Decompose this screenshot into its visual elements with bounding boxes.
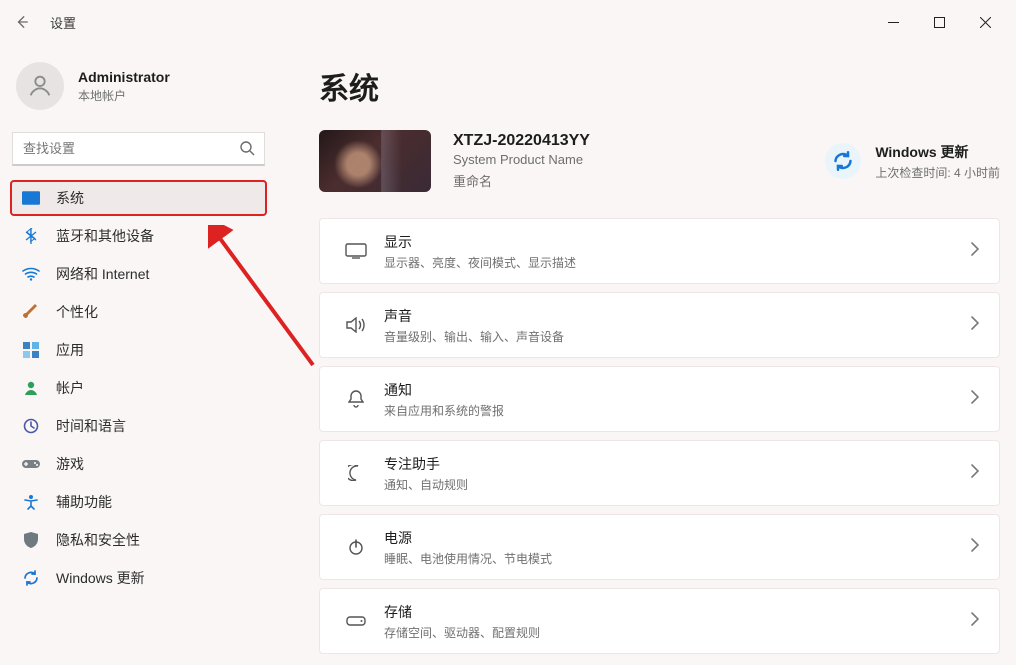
desktop-thumbnail[interactable] xyxy=(319,130,431,192)
card-sound[interactable]: 声音音量级别、输出、输入、声音设备 xyxy=(319,292,1000,358)
sidebar-item-label: 个性化 xyxy=(56,302,98,322)
sidebar-item-label: 游戏 xyxy=(56,454,84,474)
moon-icon xyxy=(336,465,376,481)
storage-icon xyxy=(336,616,376,626)
card-title: 声音 xyxy=(384,306,971,326)
card-display[interactable]: 显示显示器、亮度、夜间模式、显示描述 xyxy=(319,218,1000,284)
search-icon xyxy=(239,140,255,161)
clock-icon xyxy=(22,417,40,435)
sidebar-item-apps[interactable]: 应用 xyxy=(10,332,267,368)
bluetooth-icon xyxy=(22,227,40,245)
chevron-right-icon xyxy=(971,612,979,631)
sidebar-item-bluetooth[interactable]: 蓝牙和其他设备 xyxy=(10,218,267,254)
card-title: 存储 xyxy=(384,602,971,622)
maximize-button[interactable] xyxy=(916,6,962,38)
wifi-icon xyxy=(22,265,40,283)
sidebar-item-windows-update[interactable]: Windows 更新 xyxy=(10,560,267,596)
system-icon xyxy=(22,189,40,207)
sidebar: Administrator 本地帐户 系统 蓝牙和其他设备 网络和 Intern… xyxy=(0,44,275,665)
sidebar-item-label: 时间和语言 xyxy=(56,416,126,436)
settings-cards: 显示显示器、亮度、夜间模式、显示描述 声音音量级别、输出、输入、声音设备 通知来… xyxy=(319,218,1000,654)
display-icon xyxy=(336,243,376,259)
sidebar-item-system[interactable]: 系统 xyxy=(10,180,267,216)
card-subtitle: 显示器、亮度、夜间模式、显示描述 xyxy=(384,254,971,271)
sidebar-item-label: Windows 更新 xyxy=(56,568,145,588)
account-icon xyxy=(22,379,40,397)
sidebar-item-network[interactable]: 网络和 Internet xyxy=(10,256,267,292)
card-subtitle: 存储空间、驱动器、配置规则 xyxy=(384,624,971,641)
sidebar-item-label: 网络和 Internet xyxy=(56,264,149,284)
update-icon xyxy=(22,569,40,587)
windows-update-shortcut[interactable]: Windows 更新 上次检查时间: 4 小时前 xyxy=(825,142,1000,181)
sidebar-item-privacy[interactable]: 隐私和安全性 xyxy=(10,522,267,558)
windows-update-title: Windows 更新 xyxy=(875,142,1000,162)
card-subtitle: 音量级别、输出、输入、声音设备 xyxy=(384,328,971,345)
device-name: XTZJ-20220413YY xyxy=(453,132,590,150)
search-box xyxy=(12,132,265,166)
card-power[interactable]: 电源睡眠、电池使用情况、节电模式 xyxy=(319,514,1000,580)
product-name: System Product Name xyxy=(453,152,590,167)
rename-link[interactable]: 重命名 xyxy=(453,171,590,190)
windows-update-lastcheck: 上次检查时间: 4 小时前 xyxy=(875,164,1000,181)
accessibility-icon xyxy=(22,493,40,511)
chevron-right-icon xyxy=(971,464,979,483)
card-title: 电源 xyxy=(384,528,971,548)
main-content: 系统 XTZJ-20220413YY System Product Name 重… xyxy=(275,44,1016,665)
card-focus-assist[interactable]: 专注助手通知、自动规则 xyxy=(319,440,1000,506)
sidebar-nav: 系统 蓝牙和其他设备 网络和 Internet 个性化 应用 帐户 xyxy=(10,180,267,596)
title-bar: 设置 xyxy=(0,0,1016,44)
app-title: 设置 xyxy=(50,13,76,32)
sidebar-item-label: 蓝牙和其他设备 xyxy=(56,226,154,246)
search-input[interactable] xyxy=(12,132,265,166)
sidebar-item-label: 应用 xyxy=(56,340,84,360)
update-icon xyxy=(825,143,861,179)
card-subtitle: 来自应用和系统的警报 xyxy=(384,402,971,419)
card-storage[interactable]: 存储存储空间、驱动器、配置规则 xyxy=(319,588,1000,654)
apps-icon xyxy=(22,341,40,359)
back-button[interactable] xyxy=(14,14,30,30)
card-title: 显示 xyxy=(384,232,971,252)
sidebar-item-label: 辅助功能 xyxy=(56,492,112,512)
card-subtitle: 通知、自动规则 xyxy=(384,476,971,493)
sidebar-item-gaming[interactable]: 游戏 xyxy=(10,446,267,482)
bell-icon xyxy=(336,390,376,408)
system-header: XTZJ-20220413YY System Product Name 重命名 … xyxy=(319,130,1000,192)
minimize-button[interactable] xyxy=(870,6,916,38)
chevron-right-icon xyxy=(971,538,979,557)
close-button[interactable] xyxy=(962,6,1008,38)
shield-icon xyxy=(22,531,40,549)
page-title: 系统 xyxy=(319,64,1000,108)
user-name: Administrator xyxy=(78,69,170,85)
chevron-right-icon xyxy=(971,390,979,409)
game-icon xyxy=(22,455,40,473)
brush-icon xyxy=(22,303,40,321)
card-title: 专注助手 xyxy=(384,454,971,474)
power-icon xyxy=(336,539,376,555)
chevron-right-icon xyxy=(971,316,979,335)
sound-icon xyxy=(336,317,376,333)
sidebar-item-label: 隐私和安全性 xyxy=(56,530,140,550)
sidebar-item-label: 帐户 xyxy=(56,378,84,398)
card-title: 通知 xyxy=(384,380,971,400)
window-controls xyxy=(870,6,1008,38)
sidebar-item-personalization[interactable]: 个性化 xyxy=(10,294,267,330)
sidebar-item-accessibility[interactable]: 辅助功能 xyxy=(10,484,267,520)
card-subtitle: 睡眠、电池使用情况、节电模式 xyxy=(384,550,971,567)
card-notifications[interactable]: 通知来自应用和系统的警报 xyxy=(319,366,1000,432)
user-subtitle: 本地帐户 xyxy=(78,87,170,104)
chevron-right-icon xyxy=(971,242,979,261)
sidebar-item-accounts[interactable]: 帐户 xyxy=(10,370,267,406)
sidebar-item-label: 系统 xyxy=(56,188,84,208)
avatar-icon xyxy=(16,62,64,110)
user-panel[interactable]: Administrator 本地帐户 xyxy=(10,56,267,124)
sidebar-item-time-language[interactable]: 时间和语言 xyxy=(10,408,267,444)
